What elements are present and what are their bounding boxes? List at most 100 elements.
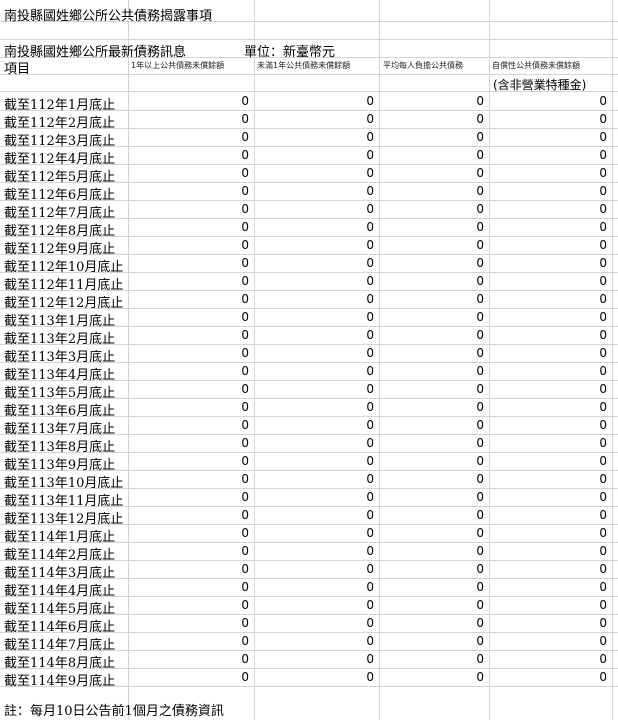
- value-cell[interactable]: 0: [255, 292, 374, 306]
- value-cell[interactable]: 0: [380, 328, 484, 342]
- row-label[interactable]: 截至114年6月底止: [4, 616, 115, 635]
- value-cell[interactable]: 0: [129, 94, 249, 108]
- value-cell[interactable]: 0: [255, 580, 374, 594]
- value-cell[interactable]: 0: [129, 670, 249, 684]
- value-cell[interactable]: 0: [380, 670, 484, 684]
- value-cell[interactable]: 0: [380, 256, 484, 270]
- row-label[interactable]: 截至114年1月底止: [4, 526, 115, 545]
- value-cell[interactable]: 0: [255, 148, 374, 162]
- value-cell[interactable]: 0: [490, 112, 607, 126]
- value-cell[interactable]: 0: [129, 310, 249, 324]
- row-label[interactable]: 截至114年8月底止: [4, 652, 115, 671]
- value-cell[interactable]: 0: [380, 580, 484, 594]
- column-header-short-term-debt[interactable]: 未滿1年公共債務未償餘額: [257, 60, 350, 71]
- value-cell[interactable]: 0: [380, 202, 484, 216]
- value-cell[interactable]: 0: [490, 652, 607, 666]
- value-cell[interactable]: 0: [380, 472, 484, 486]
- row-label[interactable]: 截至113年2月底止: [4, 328, 115, 347]
- value-cell[interactable]: 0: [129, 562, 249, 576]
- value-cell[interactable]: 0: [380, 112, 484, 126]
- value-cell[interactable]: 0: [129, 292, 249, 306]
- value-cell[interactable]: 0: [129, 418, 249, 432]
- value-cell[interactable]: 0: [129, 400, 249, 414]
- value-cell[interactable]: 0: [380, 598, 484, 612]
- row-label[interactable]: 截至112年3月底止: [4, 130, 115, 149]
- row-label[interactable]: 截至112年5月底止: [4, 166, 115, 185]
- value-cell[interactable]: 0: [255, 616, 374, 630]
- row-label[interactable]: 截至113年11月底止: [4, 490, 123, 509]
- value-cell[interactable]: 0: [129, 130, 249, 144]
- row-label[interactable]: 截至113年12月底止: [4, 508, 123, 527]
- value-cell[interactable]: 0: [380, 544, 484, 558]
- value-cell[interactable]: 0: [490, 382, 607, 396]
- value-cell[interactable]: 0: [490, 238, 607, 252]
- value-cell[interactable]: 0: [129, 220, 249, 234]
- sheet-title[interactable]: 南投縣國姓鄉公所公共債務揭露事項: [4, 5, 212, 24]
- row-label[interactable]: 截至113年10月底止: [4, 472, 123, 491]
- value-cell[interactable]: 0: [490, 580, 607, 594]
- value-cell[interactable]: 0: [129, 184, 249, 198]
- value-cell[interactable]: 0: [490, 526, 607, 540]
- value-cell[interactable]: 0: [490, 166, 607, 180]
- row-label[interactable]: 截至112年7月底止: [4, 202, 115, 221]
- row-label[interactable]: 截至112年12月底止: [4, 292, 123, 311]
- value-cell[interactable]: 0: [380, 274, 484, 288]
- value-cell[interactable]: 0: [380, 148, 484, 162]
- row-label[interactable]: 截至113年3月底止: [4, 346, 115, 365]
- value-cell[interactable]: 0: [490, 220, 607, 234]
- value-cell[interactable]: 0: [490, 544, 607, 558]
- column-header-note[interactable]: (含非營業特種金): [493, 76, 586, 93]
- value-cell[interactable]: 0: [380, 184, 484, 198]
- sheet-subtitle[interactable]: 南投縣國姓鄉公所最新債務訊息: [4, 41, 186, 60]
- value-cell[interactable]: 0: [380, 346, 484, 360]
- value-cell[interactable]: 0: [129, 508, 249, 522]
- row-label[interactable]: 截至114年3月底止: [4, 562, 115, 581]
- value-cell[interactable]: 0: [380, 508, 484, 522]
- value-cell[interactable]: 0: [255, 544, 374, 558]
- value-cell[interactable]: 0: [255, 634, 374, 648]
- column-header-long-term-debt[interactable]: 1年以上公共債務未償餘額: [131, 60, 224, 71]
- value-cell[interactable]: 0: [380, 526, 484, 540]
- value-cell[interactable]: 0: [129, 472, 249, 486]
- value-cell[interactable]: 0: [255, 184, 374, 198]
- value-cell[interactable]: 0: [255, 454, 374, 468]
- row-label[interactable]: 截至113年4月底止: [4, 364, 115, 383]
- row-label[interactable]: 截至113年9月底止: [4, 454, 115, 473]
- row-label[interactable]: 截至112年4月底止: [4, 148, 115, 167]
- value-cell[interactable]: 0: [255, 598, 374, 612]
- value-cell[interactable]: 0: [380, 220, 484, 234]
- value-cell[interactable]: 0: [490, 130, 607, 144]
- value-cell[interactable]: 0: [129, 616, 249, 630]
- value-cell[interactable]: 0: [380, 310, 484, 324]
- row-label[interactable]: 截至113年6月底止: [4, 400, 115, 419]
- value-cell[interactable]: 0: [490, 274, 607, 288]
- value-cell[interactable]: 0: [380, 490, 484, 504]
- row-label[interactable]: 截至113年7月底止: [4, 418, 115, 437]
- value-cell[interactable]: 0: [490, 328, 607, 342]
- value-cell[interactable]: 0: [380, 652, 484, 666]
- value-cell[interactable]: 0: [129, 652, 249, 666]
- column-header-self-liquidating-debt[interactable]: 自償性公共債務未償餘額: [492, 60, 580, 71]
- value-cell[interactable]: 0: [255, 346, 374, 360]
- value-cell[interactable]: 0: [255, 310, 374, 324]
- value-cell[interactable]: 0: [129, 526, 249, 540]
- value-cell[interactable]: 0: [490, 364, 607, 378]
- value-cell[interactable]: 0: [380, 166, 484, 180]
- value-cell[interactable]: 0: [380, 400, 484, 414]
- value-cell[interactable]: 0: [129, 364, 249, 378]
- row-label[interactable]: 截至112年10月底止: [4, 256, 123, 275]
- value-cell[interactable]: 0: [490, 436, 607, 450]
- value-cell[interactable]: 0: [380, 562, 484, 576]
- value-cell[interactable]: 0: [490, 400, 607, 414]
- value-cell[interactable]: 0: [490, 508, 607, 522]
- value-cell[interactable]: 0: [255, 94, 374, 108]
- value-cell[interactable]: 0: [129, 274, 249, 288]
- value-cell[interactable]: 0: [129, 490, 249, 504]
- value-cell[interactable]: 0: [255, 418, 374, 432]
- footnote[interactable]: 註：每月10日公告前1個月之債務資訊: [4, 700, 224, 719]
- row-label[interactable]: 截至112年9月底止: [4, 238, 115, 257]
- value-cell[interactable]: 0: [490, 292, 607, 306]
- column-header-per-capita-debt[interactable]: 平均每人負擔公共債務: [383, 60, 463, 71]
- value-cell[interactable]: 0: [490, 202, 607, 216]
- value-cell[interactable]: 0: [490, 310, 607, 324]
